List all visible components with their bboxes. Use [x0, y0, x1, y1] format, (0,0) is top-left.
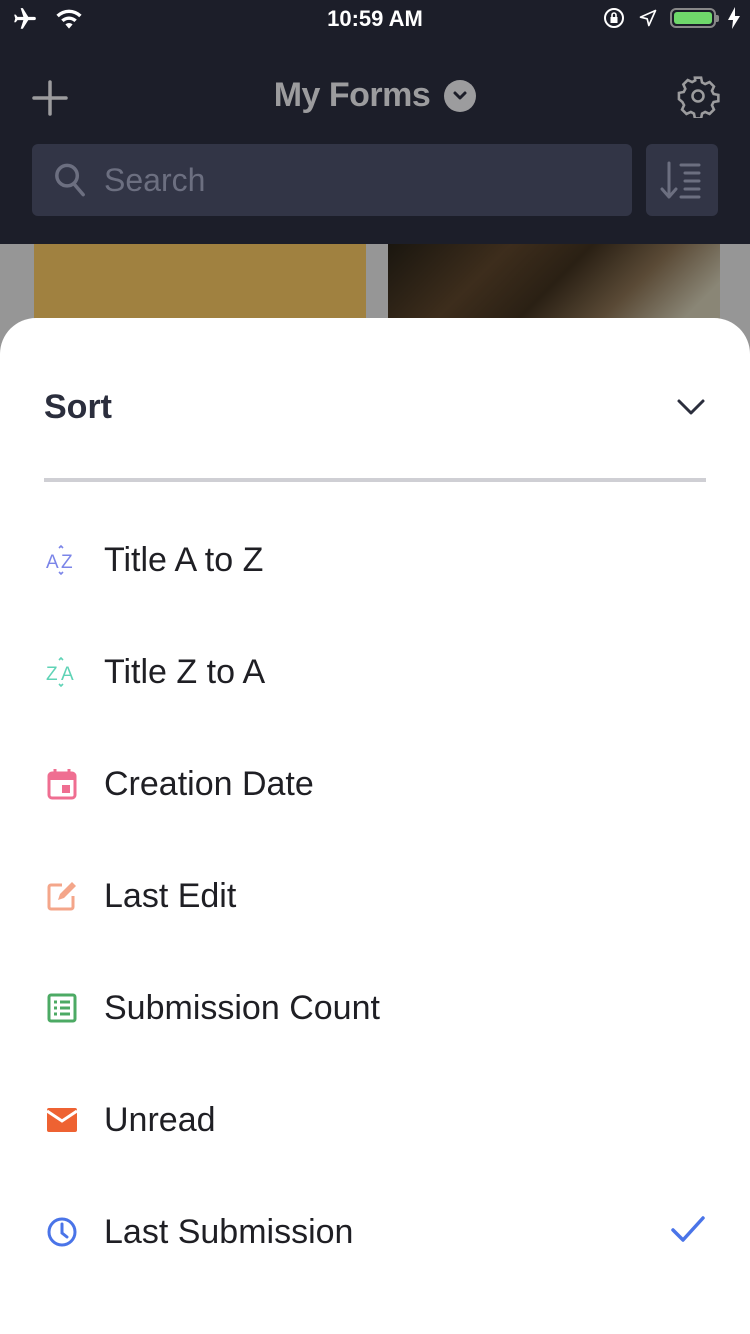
edit-icon	[44, 878, 80, 914]
forms-dropdown[interactable]: My Forms	[0, 76, 750, 115]
sort-option-label: Creation Date	[104, 764, 314, 803]
svg-text:Z: Z	[61, 552, 73, 573]
sort-options-list: AZ Title A to Z ZA Title Z to A Creation…	[0, 504, 750, 1288]
sort-option-unread[interactable]: Unread	[0, 1064, 750, 1176]
form-card[interactable]	[34, 244, 366, 324]
svg-text:A: A	[61, 664, 74, 685]
status-bar: 10:59 AM	[0, 0, 750, 40]
search-field[interactable]	[32, 144, 632, 216]
sort-option-label: Last Submission	[104, 1212, 354, 1251]
sort-sheet-header: Sort	[44, 318, 706, 482]
list-icon	[44, 990, 80, 1026]
search-input[interactable]	[102, 160, 586, 200]
chevron-down-circle-icon	[444, 79, 477, 112]
sort-z-a-icon: ZA	[44, 654, 80, 690]
sort-option-label: Unread	[104, 1100, 216, 1139]
clock-icon	[44, 1214, 80, 1250]
search-icon	[55, 163, 85, 197]
sort-option-last-submission[interactable]: Last Submission	[0, 1176, 750, 1288]
page-title: My Forms	[273, 76, 431, 114]
sort-list-icon	[660, 161, 701, 199]
sort-sheet-title: Sort	[44, 388, 112, 426]
sort-option-title-a-z[interactable]: AZ Title A to Z	[0, 504, 750, 616]
sort-option-last-edit[interactable]: Last Edit	[0, 840, 750, 952]
orientation-lock-icon	[604, 8, 624, 28]
sort-button[interactable]	[646, 144, 718, 216]
calendar-icon	[44, 766, 80, 802]
battery-icon	[670, 8, 719, 28]
sort-option-label: Submission Count	[104, 988, 380, 1027]
sort-option-label: Title A to Z	[104, 540, 264, 579]
charging-icon	[728, 7, 740, 29]
checkmark-icon	[670, 1214, 706, 1249]
gear-icon	[677, 76, 720, 120]
chevron-down-icon	[677, 399, 705, 415]
collapse-sheet-button[interactable]	[676, 392, 706, 422]
sort-a-z-icon: AZ	[44, 542, 80, 578]
sort-option-label: Title Z to A	[104, 652, 266, 691]
sort-option-creation-date[interactable]: Creation Date	[0, 728, 750, 840]
sort-option-label: Last Edit	[104, 876, 237, 915]
svg-text:A: A	[46, 552, 59, 573]
svg-text:Z: Z	[46, 664, 58, 685]
envelope-icon	[44, 1102, 80, 1138]
nav-bar: My Forms	[0, 40, 750, 244]
form-card[interactable]	[388, 244, 720, 324]
sort-option-title-z-a[interactable]: ZA Title Z to A	[0, 616, 750, 728]
settings-button[interactable]	[676, 74, 720, 120]
location-icon	[639, 9, 657, 27]
sort-option-submission-count[interactable]: Submission Count	[0, 952, 750, 1064]
sort-sheet: Sort AZ Title A to Z ZA Title Z to A Cre…	[0, 318, 750, 1334]
